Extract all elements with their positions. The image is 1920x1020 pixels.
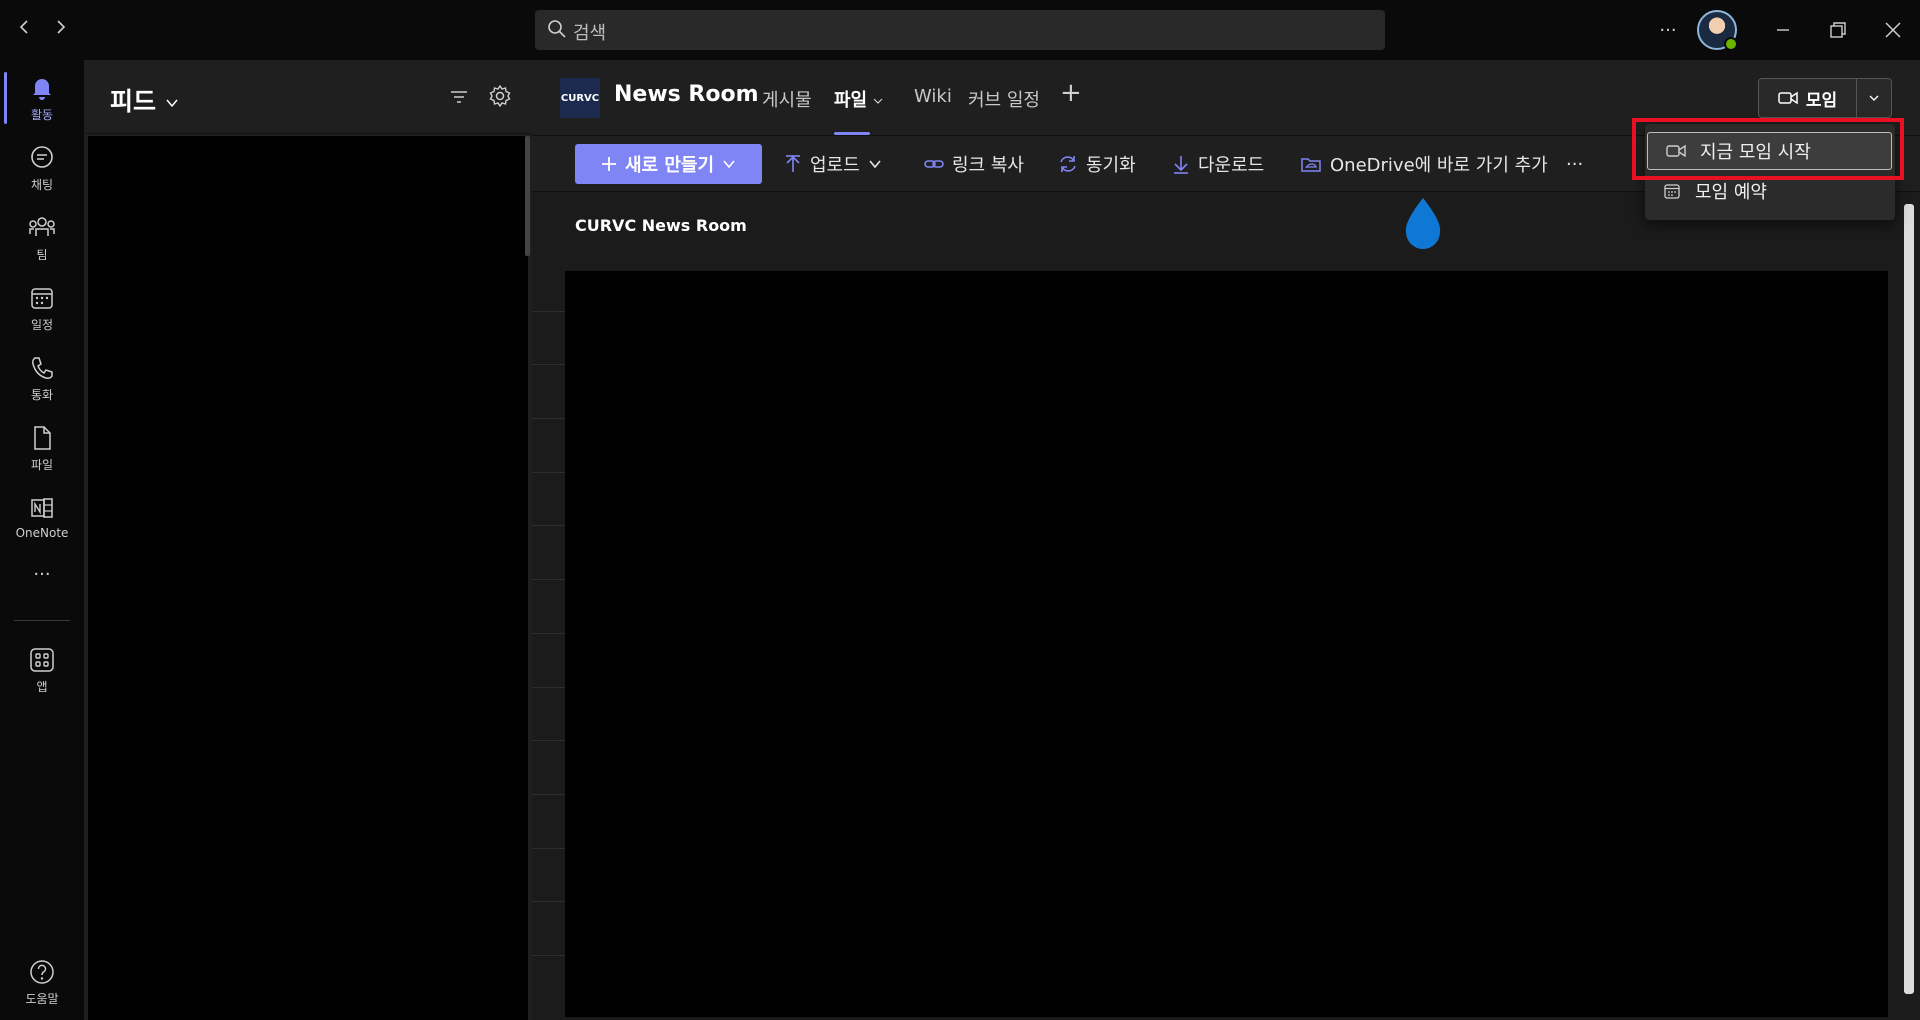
scrollbar-thumb[interactable] — [1904, 204, 1914, 994]
rail-item-label: OneNote — [15, 526, 69, 540]
row-divider — [532, 901, 565, 902]
search-icon — [548, 20, 566, 38]
row-divider — [532, 794, 565, 795]
row-divider — [532, 955, 565, 956]
row-divider — [532, 418, 565, 419]
presence-status-icon — [1724, 37, 1738, 51]
row-divider — [532, 740, 565, 741]
tab-curve-schedule[interactable]: 커브 일정 — [968, 86, 1040, 112]
feed-panel: 피드 — [84, 60, 532, 1020]
upload-button[interactable]: 업로드 — [784, 151, 882, 177]
back-arrow-icon[interactable] — [10, 14, 40, 44]
meet-button-group: 모임 — [1758, 78, 1892, 118]
meet-dropdown-button[interactable] — [1857, 79, 1891, 117]
calendar-icon — [1664, 184, 1680, 199]
more-options-button[interactable]: ··· — [1650, 12, 1686, 48]
row-divider — [532, 472, 565, 473]
team-logo: CURVC — [560, 78, 600, 118]
row-divider — [532, 525, 565, 526]
app-rail: 활동 채팅 팀 일정 통화 파일 OneNote ··· 앱 도움말 — [0, 60, 84, 1020]
chevron-down-icon — [873, 98, 883, 104]
row-divider — [532, 364, 565, 365]
rail-item-calls[interactable]: 통화 — [0, 346, 84, 412]
rail-item-label: 팀 — [36, 248, 48, 262]
feed-list — [88, 136, 528, 1020]
rail-item-files[interactable]: 파일 — [0, 416, 84, 482]
chevron-down-icon — [1869, 95, 1879, 101]
search-placeholder: 검색 — [573, 23, 607, 44]
search-input[interactable]: 검색 — [535, 10, 1385, 50]
rail-item-chat[interactable]: 채팅 — [0, 136, 84, 202]
feed-scrollbar[interactable] — [525, 136, 530, 256]
chevron-down-icon — [166, 99, 178, 108]
rail-item-apps[interactable]: 앱 — [0, 638, 84, 704]
copy-link-button[interactable]: 링크 복사 — [924, 151, 1024, 177]
apps-icon — [30, 648, 54, 672]
phone-icon — [32, 357, 53, 379]
rail-item-calendar[interactable]: 일정 — [0, 276, 84, 342]
sync-button[interactable]: 동기화 — [1058, 151, 1136, 177]
close-button[interactable] — [1875, 12, 1911, 48]
highlight-box — [1632, 118, 1904, 180]
vertical-scrollbar[interactable] — [1900, 196, 1916, 1016]
rail-item-label: 통화 — [30, 388, 54, 402]
calendar-icon — [31, 288, 53, 309]
file-list — [565, 271, 1888, 1017]
rail-item-onenote[interactable]: OneNote — [0, 486, 84, 552]
breadcrumb[interactable]: CURVC News Room — [575, 216, 747, 235]
rail-item-activity[interactable]: 활동 — [0, 66, 84, 132]
rail-item-help[interactable]: 도움말 — [0, 950, 84, 1016]
file-icon — [34, 426, 51, 450]
row-divider — [532, 633, 565, 634]
feed-title[interactable]: 피드 — [110, 82, 179, 118]
team-name: News Room — [614, 82, 759, 107]
rail-item-label: 활동 — [30, 108, 54, 122]
more-apps-button[interactable]: ··· — [0, 564, 84, 585]
restore-button[interactable] — [1820, 12, 1856, 48]
rail-item-teams[interactable]: 팀 — [0, 206, 84, 272]
minimize-button[interactable] — [1765, 12, 1801, 48]
rail-item-label: 도움말 — [25, 992, 59, 1006]
sync-icon — [1060, 156, 1076, 172]
video-camera-icon — [1778, 91, 1798, 105]
link-icon — [924, 160, 944, 168]
bell-icon — [33, 79, 51, 100]
teams-icon — [29, 217, 55, 236]
tab-wiki[interactable]: Wiki — [914, 86, 952, 107]
chevron-down-icon — [869, 160, 881, 169]
help-icon — [30, 960, 54, 984]
tab-files[interactable]: 파일 — [834, 86, 883, 112]
row-divider — [532, 687, 565, 688]
add-onedrive-shortcut-button[interactable]: OneDrive에 바로 가기 추가 — [1300, 151, 1548, 177]
chat-icon — [31, 146, 53, 168]
loading-drop-icon — [1405, 198, 1441, 249]
gear-icon[interactable] — [488, 84, 512, 108]
row-divider — [532, 579, 565, 580]
onenote-icon — [31, 498, 53, 518]
download-button[interactable]: 다운로드 — [1172, 151, 1264, 177]
upload-icon — [786, 155, 800, 172]
active-tab-indicator — [834, 132, 870, 135]
row-divider — [532, 311, 565, 312]
rail-item-label: 채팅 — [30, 178, 54, 192]
avatar[interactable] — [1697, 10, 1738, 51]
rail-item-label: 일정 — [30, 318, 54, 332]
title-bar: 검색 ··· — [0, 0, 1920, 60]
add-tab-button[interactable]: + — [1060, 78, 1082, 108]
meet-button[interactable]: 모임 — [1759, 79, 1857, 117]
chevron-down-icon — [723, 160, 735, 169]
plus-icon — [601, 157, 616, 171]
rail-item-label: 앱 — [36, 680, 48, 694]
download-icon — [1174, 156, 1188, 174]
tab-posts[interactable]: 게시물 — [762, 86, 812, 112]
rail-item-label: 파일 — [30, 458, 54, 472]
row-divider — [532, 848, 565, 849]
rail-divider — [14, 620, 70, 621]
new-button[interactable]: 새로 만들기 — [575, 144, 762, 184]
toolbar-more-button[interactable]: ··· — [1566, 151, 1583, 177]
forward-arrow-icon[interactable] — [45, 14, 75, 44]
feed-header: 피드 — [84, 60, 532, 134]
filter-icon[interactable] — [448, 86, 470, 108]
onedrive-shortcut-icon — [1301, 158, 1321, 172]
